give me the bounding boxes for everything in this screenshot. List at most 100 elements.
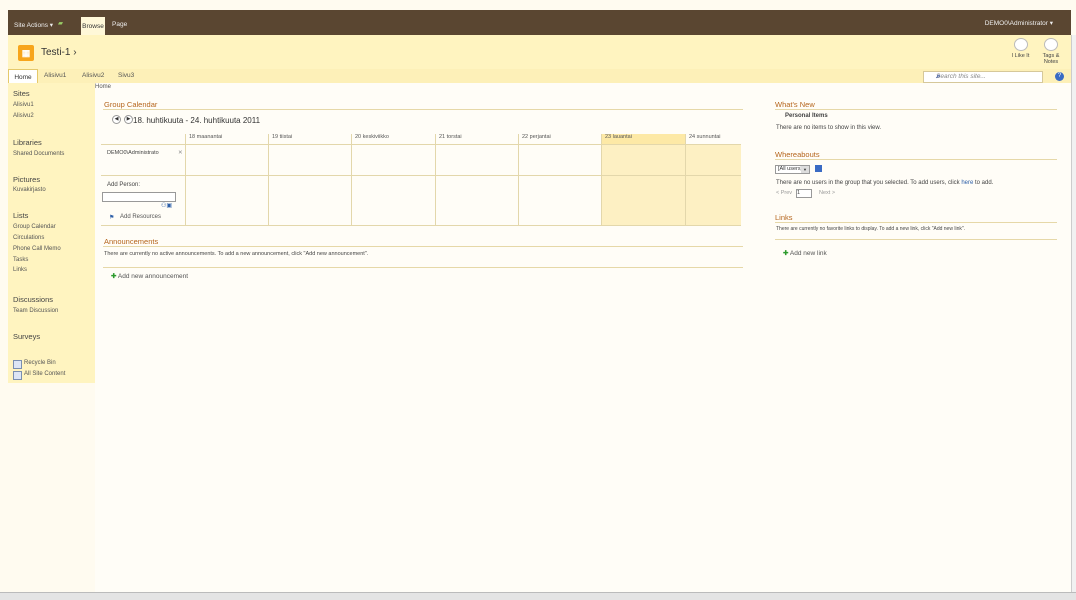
breadcrumb[interactable]: Home — [95, 84, 111, 90]
vertical-scrollbar[interactable] — [1071, 35, 1076, 592]
divider — [775, 239, 1057, 240]
sidebar-item-all-site-content[interactable]: All Site Content — [24, 371, 65, 377]
sidebar-item-alisivu2[interactable]: Alisivu2 — [13, 113, 34, 119]
tags-notes-button[interactable]: Tags & Notes — [1038, 38, 1064, 65]
day-cell[interactable] — [601, 144, 685, 226]
whereabouts-settings-icon[interactable] — [815, 165, 822, 172]
whats-new-empty-text: There are no items to show in this view. — [776, 125, 882, 131]
whereabouts-here-link[interactable]: here — [961, 180, 973, 186]
day-cell[interactable] — [518, 144, 601, 226]
whereabouts-empty-post: to add. — [973, 180, 994, 186]
previous-week-icon[interactable]: ◀ — [112, 115, 121, 124]
add-new-announcement-label: Add new announcement — [117, 273, 189, 280]
sidebar-item-tasks[interactable]: Tasks — [13, 257, 28, 263]
announcements-empty-text: There are currently no active announceme… — [104, 251, 369, 257]
divider — [775, 109, 1057, 110]
calendar-title[interactable]: Group Calendar — [104, 100, 157, 109]
topnav-item-sivu3[interactable]: Sivu3 — [118, 72, 134, 79]
divider — [775, 222, 1057, 223]
sidebar-item-alisivu1[interactable]: Alisivu1 — [13, 102, 34, 108]
all-site-content-icon — [13, 371, 22, 380]
topnav-item-alisivu2[interactable]: Alisivu2 — [82, 72, 104, 79]
divider — [103, 109, 743, 110]
calendar-grid: 18 maanantai 19 tiistai 20 keskiviikko 2… — [101, 134, 741, 226]
sidebar-item-team-discussion[interactable]: Team Discussion — [13, 308, 58, 314]
divider — [775, 159, 1057, 160]
divider — [101, 144, 741, 145]
sidebar-item-shared-documents[interactable]: Shared Documents — [13, 151, 64, 157]
whereabouts-filter-value: [All users] — [778, 166, 803, 172]
page-select[interactable]: 1 — [796, 189, 812, 198]
search-icon[interactable]: ⌕ — [936, 73, 1040, 81]
announcements-title[interactable]: Announcements — [104, 237, 158, 246]
sidebar-heading-sites[interactable]: Sites — [13, 89, 30, 98]
sidebar-heading-discussions[interactable]: Discussions — [13, 295, 53, 304]
day-cell[interactable] — [268, 144, 351, 226]
sidebar-item-phone-call-memo[interactable]: Phone Call Memo — [13, 246, 61, 252]
divider — [103, 267, 743, 268]
day-header: 20 keskiviikko — [351, 134, 435, 144]
tab-browse[interactable]: Browse — [81, 17, 105, 35]
add-person-label: Add Person: — [107, 182, 141, 188]
day-cell[interactable] — [685, 144, 741, 226]
next-week-icon[interactable]: ▶ — [124, 115, 133, 124]
divider — [101, 225, 741, 226]
help-icon[interactable]: ? — [1055, 72, 1064, 81]
add-new-link[interactable]: ✚ Add new link — [783, 249, 827, 257]
search-input[interactable]: Search this site... ⌕ — [923, 71, 1043, 83]
prev-page-link[interactable]: < Prev — [776, 190, 792, 196]
calendar-date-range: 18. huhtikuuta - 24. huhtikuuta 2011 — [133, 116, 261, 125]
whats-new-title[interactable]: What's New — [775, 100, 815, 109]
links-title[interactable]: Links — [775, 213, 793, 222]
day-cell[interactable] — [351, 144, 435, 226]
sidebar-heading-surveys[interactable]: Surveys — [13, 332, 40, 341]
whereabouts-title[interactable]: Whereabouts — [775, 150, 820, 159]
divider — [103, 246, 743, 247]
sidebar-heading-lists[interactable]: Lists — [13, 211, 28, 220]
whereabouts-empty-pre: There are no users in the group that you… — [776, 180, 962, 186]
day-cell[interactable] — [185, 144, 268, 226]
sidebar-item-links[interactable]: Links — [13, 267, 27, 273]
whereabouts-empty-text: There are no users in the group that you… — [776, 180, 993, 186]
add-resources-icon: ⚑ — [109, 215, 115, 221]
add-person-input[interactable] — [102, 192, 176, 202]
add-resources-link[interactable]: Add Resources — [120, 214, 161, 220]
day-cell[interactable] — [435, 144, 518, 226]
page-select-value: 1 — [797, 190, 801, 196]
sidebar-item-recycle-bin[interactable]: Recycle Bin — [24, 360, 56, 366]
day-header: 23 lauantai — [601, 134, 685, 144]
links-empty-text: There are currently no favorite links to… — [776, 226, 966, 232]
calendar-person: DEMO0\Administrato — [107, 150, 159, 156]
top-navigation: Home Alisivu1 Alisivu2 Sivu3 Search this… — [8, 69, 1071, 85]
ribbon: Site Actions ▾ ▰ Browse Page DEMO0\Admin… — [8, 10, 1071, 35]
sidebar-heading-libraries[interactable]: Libraries — [13, 138, 42, 147]
user-menu[interactable]: DEMO0\Administrator ▾ — [985, 19, 1053, 27]
tag-icon — [1044, 38, 1058, 51]
topnav-item-alisivu1[interactable]: Alisivu1 — [44, 72, 66, 79]
chevron-down-icon: ▼ — [801, 166, 809, 173]
sidebar-heading-pictures[interactable]: Pictures — [13, 175, 40, 184]
day-header: 19 tiistai — [268, 134, 351, 144]
main-content: Home Group Calendar ◀ ▶ 18. huhtikuuta - … — [95, 83, 1071, 593]
remove-person-icon[interactable]: ✕ — [178, 150, 183, 156]
people-picker-icon[interactable]: ⚇▣ — [161, 202, 172, 209]
i-like-it-button[interactable]: I Like It — [1008, 38, 1033, 59]
thumbs-up-icon — [1013, 38, 1028, 51]
site-title[interactable]: Testi-1 › — [41, 47, 77, 58]
i-like-it-label: I Like It — [1011, 53, 1030, 59]
add-new-announcement-link[interactable]: ✚ Add new announcement — [111, 272, 188, 280]
site-actions-menu[interactable]: Site Actions ▾ — [14, 21, 53, 29]
sidebar-item-kuvakirjasto[interactable]: Kuvakirjasto — [13, 187, 46, 193]
tab-page[interactable]: Page — [112, 21, 127, 28]
add-new-link-label: Add new link — [789, 250, 827, 257]
navigate-up-icon[interactable]: ▰ — [58, 19, 63, 27]
tags-notes-label: Tags & Notes — [1042, 53, 1060, 65]
day-header: 18 maanantai — [185, 134, 268, 144]
sidebar-item-circulations[interactable]: Circulations — [13, 235, 44, 241]
next-page-link[interactable]: Next > — [819, 190, 835, 196]
add-icon: ✚ — [783, 250, 789, 257]
whereabouts-filter-select[interactable]: [All users] ▼ — [775, 165, 810, 174]
personal-items-heading: Personal Items — [785, 113, 828, 119]
sidebar-item-group-calendar[interactable]: Group Calendar — [13, 224, 56, 230]
day-header: 22 perjantai — [518, 134, 601, 144]
